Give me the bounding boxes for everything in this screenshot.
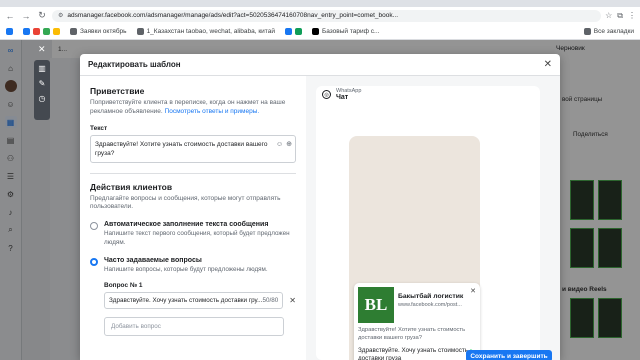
folder-icon <box>136 28 144 35</box>
save-and-finish-button[interactable]: Сохранить и завершить <box>466 350 552 360</box>
edit-icon[interactable]: ✎ <box>39 79 46 88</box>
option-faq[interactable]: Часто задаваемые вопросы Напишите вопрос… <box>90 257 296 275</box>
examples-link[interactable]: Посмотреть ответы и примеры. <box>165 108 260 115</box>
question-preview: Здравствуйте. Хочу узнать стоимость дост… <box>358 347 476 360</box>
divider <box>90 172 296 174</box>
radio-autofill[interactable] <box>90 222 98 231</box>
extensions-icon[interactable]: ⧉ <box>617 11 623 21</box>
radio-faq[interactable] <box>90 257 98 266</box>
close-icon[interactable]: ✕ <box>38 44 46 55</box>
bookmark-star-icon[interactable]: ☆ <box>605 11 612 20</box>
emoji-icon[interactable]: ☺ <box>276 140 283 150</box>
question-1-label: Вопрос № 1 <box>104 281 143 289</box>
text-label: Текст <box>90 124 108 132</box>
actions-desc: Предлагайте вопросы и сообщения, которые… <box>90 194 281 211</box>
greeting-title: Приветствие <box>90 86 145 96</box>
folder-icon <box>70 28 77 35</box>
template-form: Приветствие Поприветствуйте клиента в пе… <box>80 76 306 360</box>
edit-template-modal: Редактировать шаблон ✕ Приветствие Попри… <box>80 54 560 360</box>
bookmark-item[interactable] <box>284 28 302 35</box>
business-url: www.facebook.com/post... <box>398 302 462 308</box>
bookmark-folder[interactable]: 1_Казахстан taobao, wechat, alibaba, кит… <box>136 28 275 35</box>
address-bar[interactable]: ⚙ adsmanager.facebook.com/adsmanager/man… <box>52 9 602 22</box>
browser-toolbar: ← → ↻ ⚙ adsmanager.facebook.com/adsmanag… <box>0 7 640 24</box>
preview-header: ◎ WhatsApp Чат <box>322 88 361 101</box>
greeting-desc: Поприветствуйте клиента в переписке, ког… <box>90 99 286 115</box>
editor-toolbar: ▥ ✎ ◷ <box>34 60 50 120</box>
greeting-preview: Здравствуйте! Хотите узнать стоимость до… <box>358 327 466 341</box>
add-question-input[interactable]: Добавить вопрос <box>104 316 284 336</box>
back-icon[interactable]: ← <box>4 10 16 22</box>
remove-question-icon[interactable]: ✕ <box>289 296 296 305</box>
bookmark-item[interactable]: Базовый тариф с... <box>311 28 379 35</box>
business-name: Бакытбай логистик <box>398 293 464 300</box>
welcome-card: BL Бакытбай логистик www.facebook.com/po… <box>354 283 480 360</box>
message-preview: ◎ WhatsApp Чат BL Бакытбай логистик www.… <box>306 76 560 360</box>
close-icon[interactable]: ✕ <box>544 59 552 70</box>
bookmark-item[interactable] <box>23 28 60 35</box>
question-1-input[interactable]: Здравствуйте. Хочу узнать стоимость дост… <box>104 291 284 309</box>
url-text: adsmanager.facebook.com/adsmanager/manag… <box>67 12 399 19</box>
reload-icon[interactable]: ↻ <box>36 10 48 22</box>
menu-icon[interactable]: ⋮ <box>628 11 636 20</box>
business-logo: BL <box>358 287 394 323</box>
bookmark-item[interactable] <box>6 28 13 35</box>
site-info-icon[interactable]: ⚙ <box>58 12 63 19</box>
meta-icon <box>6 28 13 35</box>
close-icon: ✕ <box>470 288 476 295</box>
browser-tab-strip <box>0 0 640 7</box>
all-bookmarks[interactable]: Все закладки <box>583 28 634 35</box>
char-count: 50/80 <box>262 296 279 304</box>
actions-title: Действия клиентов <box>90 181 173 192</box>
forward-icon[interactable]: → <box>20 10 32 22</box>
modal-title: Редактировать шаблон <box>88 60 181 69</box>
folder-icon <box>583 28 591 35</box>
clock-icon[interactable]: ◷ <box>39 94 46 103</box>
grid-icon[interactable]: ▥ <box>38 64 46 73</box>
whatsapp-icon: ◎ <box>322 90 331 99</box>
option-autofill[interactable]: Автоматическое заполнение текста сообщен… <box>90 221 296 248</box>
personalize-icon[interactable]: ⊕ <box>286 140 292 150</box>
bookmarks-bar: Заявки октябрь 1_Казахстан taobao, wecha… <box>0 24 640 40</box>
greeting-text-field[interactable]: Здравствуйте! Хотите узнать стоимость до… <box>90 134 296 163</box>
bookmark-folder[interactable]: Заявки октябрь <box>70 28 127 35</box>
